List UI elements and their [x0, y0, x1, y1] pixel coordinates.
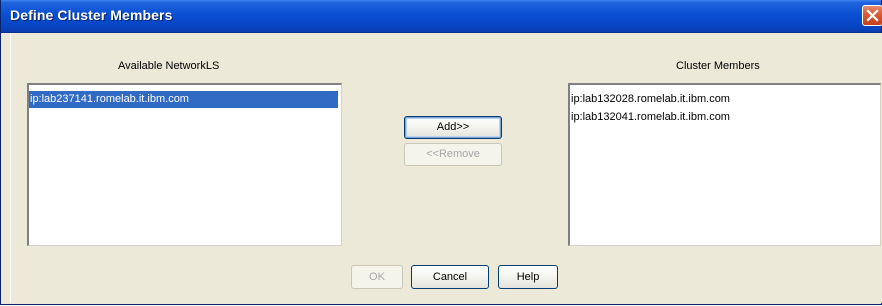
add-button-label: Add>>: [436, 121, 470, 133]
dialog-window: Define Cluster Members Available Network…: [0, 0, 882, 305]
remove-button-label: <<Remove: [426, 148, 480, 160]
members-list-item[interactable]: ip:lab132028.romelab.it.ibm.com: [570, 91, 877, 108]
remove-button[interactable]: <<Remove: [404, 143, 502, 166]
ok-button-label: OK: [369, 271, 385, 283]
help-button-label: Help: [516, 271, 540, 283]
title-bar[interactable]: Define Cluster Members: [1, 0, 881, 33]
cancel-button[interactable]: Cancel: [411, 265, 489, 289]
ok-button[interactable]: OK: [351, 265, 403, 289]
close-button[interactable]: [862, 5, 882, 26]
close-icon: [866, 9, 879, 22]
cancel-button-label: Cancel: [432, 271, 468, 283]
members-list-item[interactable]: ip:lab132041.romelab.it.ibm.com: [570, 109, 877, 126]
window-title: Define Cluster Members: [10, 7, 173, 23]
available-list[interactable]: ip:lab237141.romelab.it.ibm.com: [27, 83, 342, 246]
members-list[interactable]: ip:lab132028.romelab.it.ibm.com ip:lab13…: [568, 83, 881, 246]
add-button[interactable]: Add>>: [404, 116, 502, 139]
members-list-label: Cluster Members: [676, 60, 760, 72]
available-list-item[interactable]: ip:lab237141.romelab.it.ibm.com: [29, 91, 338, 108]
help-button[interactable]: Help: [498, 265, 558, 289]
dialog-content: Available NetworkLS ip:lab237141.romelab…: [10, 33, 882, 303]
available-list-label: Available NetworkLS: [118, 60, 220, 72]
